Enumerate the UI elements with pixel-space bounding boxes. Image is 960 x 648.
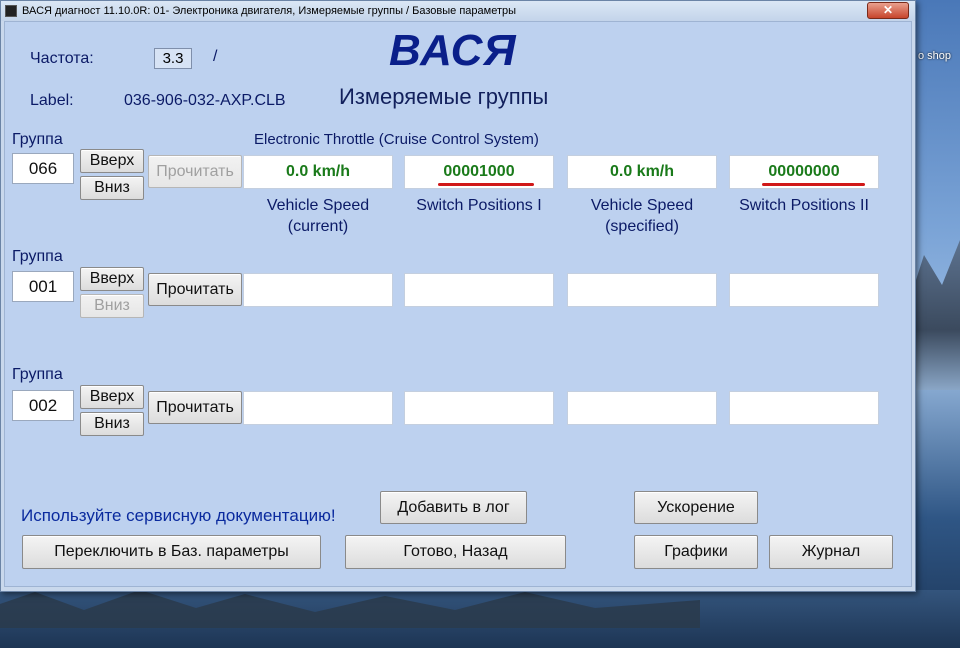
title-bar[interactable]: ВАСЯ диагност 11.10.0R: 01- Электроника …	[1, 1, 915, 21]
group-3-read-button[interactable]: Прочитать	[148, 391, 242, 424]
group-3-value-4	[729, 391, 879, 425]
group-2-value-1	[243, 273, 393, 307]
field-label-line: Vehicle Speed	[590, 197, 694, 214]
app-icon	[5, 5, 17, 17]
group-3-number-input[interactable]: 002	[12, 390, 74, 421]
group-3-down-button[interactable]: Вниз	[80, 412, 144, 436]
group-1-field-label-1: Vehicle Speed (current)	[243, 195, 393, 237]
service-doc-hint: Используйте сервисную документацию!	[21, 506, 336, 525]
graphs-button[interactable]: Графики	[634, 535, 758, 569]
group-2-read-button[interactable]: Прочитать	[148, 273, 242, 306]
group-1-field-label-4: Switch Positions II	[729, 195, 879, 216]
field-label-line: Vehicle Speed	[266, 197, 370, 214]
label-label: Label:	[30, 92, 74, 109]
frequency-separator: /	[213, 48, 218, 65]
field-label-line: Switch Positions I	[416, 197, 542, 214]
group-1-field-label-2: Switch Positions I	[404, 195, 554, 216]
group-1-read-button[interactable]: Прочитать	[148, 155, 242, 188]
group-1-label: Группа	[12, 131, 63, 148]
group-3-value-1	[243, 391, 393, 425]
annotation-underline-1	[438, 183, 534, 186]
vasya-window: ВАСЯ диагност 11.10.0R: 01- Электроника …	[0, 0, 916, 592]
group-3-value-3	[567, 391, 717, 425]
group-1-value-1: 0.0 km/h	[243, 155, 393, 189]
group-2-number-input[interactable]: 001	[12, 271, 74, 302]
group-3-up-button[interactable]: Вверх	[80, 385, 144, 409]
system-name: Electronic Throttle (Cruise Control Syst…	[254, 131, 539, 148]
group-1-field-label-3: Vehicle Speed (specified)	[567, 195, 717, 237]
frequency-value: 3.3	[154, 48, 192, 69]
label-file-value: 036-906-032-AXP.CLB	[124, 92, 286, 109]
group-1-down-button[interactable]: Вниз	[80, 176, 144, 200]
group-2-label: Группа	[12, 248, 63, 265]
done-back-button[interactable]: Готово, Назад	[345, 535, 566, 569]
frequency-label: Частота:	[30, 50, 94, 67]
group-3-value-2	[404, 391, 554, 425]
group-2-down-button[interactable]: Вниз	[80, 294, 144, 318]
field-label-line: (current)	[287, 218, 349, 235]
group-2-value-4	[729, 273, 879, 307]
group-2-value-2	[404, 273, 554, 307]
annotation-underline-2	[762, 183, 865, 186]
group-2-up-button[interactable]: Вверх	[80, 267, 144, 291]
group-3-label: Группа	[12, 366, 63, 383]
switch-basic-settings-button[interactable]: Переключить в Баз. параметры	[22, 535, 321, 569]
app-logo: ВАСЯ	[389, 26, 517, 75]
window-title: ВАСЯ диагност 11.10.0R: 01- Электроника …	[22, 5, 517, 17]
client-area: Частота: 3.3 / Label: 036-906-032-AXP.CL…	[4, 21, 912, 587]
group-1-value-3: 0.0 km/h	[567, 155, 717, 189]
field-label-line: (specified)	[605, 218, 679, 235]
group-1-number-input[interactable]: 066	[12, 153, 74, 184]
journal-button[interactable]: Журнал	[769, 535, 893, 569]
group-1-up-button[interactable]: Вверх	[80, 149, 144, 173]
desktop-icon-label[interactable]: o shop	[918, 50, 951, 62]
field-label-line: Switch Positions II	[739, 197, 869, 214]
acceleration-button[interactable]: Ускорение	[634, 491, 758, 524]
group-2-value-3	[567, 273, 717, 307]
page-title: Измеряемые группы	[339, 84, 549, 109]
close-button[interactable]: ✕	[867, 2, 909, 19]
add-to-log-button[interactable]: Добавить в лог	[380, 491, 527, 524]
